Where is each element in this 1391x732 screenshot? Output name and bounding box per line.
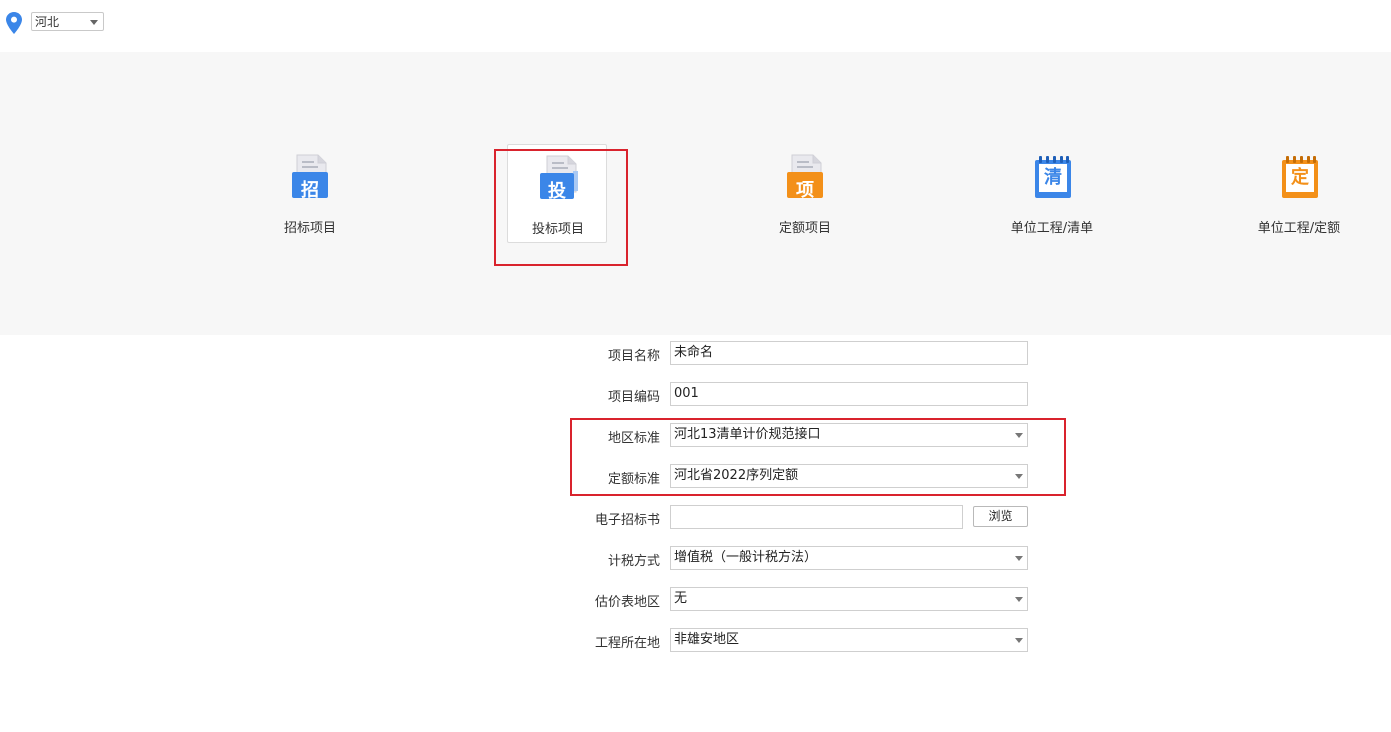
- project-type-panel: 招 招标项目 投 投标项目 项 定额项目 清 单位工程/清单 定 单位工程/定额: [0, 52, 1391, 335]
- form-row-quota-standard: 定额标准 河北省2022序列定额: [0, 464, 1391, 490]
- project-name-label: 项目名称: [607, 349, 660, 364]
- tax-method-select[interactable]: 增值税（一般计税方法）: [670, 546, 1028, 570]
- tax-method-value: 增值税（一般计税方法）: [674, 550, 818, 565]
- project-location-label: 工程所在地: [594, 636, 660, 651]
- top-bar: 河北: [0, 0, 1391, 52]
- tile-glyph: 定: [1291, 167, 1309, 188]
- project-location-value: 非雄安地区: [674, 632, 740, 647]
- project-type-tile-unit-bill[interactable]: 清 单位工程/清单: [1002, 144, 1102, 243]
- region-select[interactable]: 河北: [31, 12, 104, 31]
- region-standard-select[interactable]: 河北13清单计价规范接口: [670, 423, 1028, 447]
- location-pin-icon: [6, 12, 22, 34]
- project-name-input[interactable]: 未命名: [670, 341, 1028, 365]
- quota-standard-value: 河北省2022序列定额: [674, 468, 799, 483]
- form-row-project-name: 项目名称 未命名: [0, 341, 1391, 367]
- form-row-e-tender: 电子招标书 浏览: [0, 505, 1391, 531]
- chevron-down-icon: [1015, 433, 1023, 438]
- project-type-label: 招标项目: [283, 221, 336, 236]
- project-type-label: 单位工程/清单: [1010, 221, 1094, 236]
- estimate-region-select[interactable]: 无: [670, 587, 1028, 611]
- e-tender-input[interactable]: [670, 505, 963, 529]
- form-row-project-location: 工程所在地 非雄安地区: [0, 628, 1391, 654]
- chevron-down-icon: [1015, 556, 1023, 561]
- project-code-label: 项目编码: [607, 390, 660, 405]
- project-type-tile-unit-quota[interactable]: 定 单位工程/定额: [1249, 144, 1349, 243]
- project-type-label: 定额项目: [778, 221, 831, 236]
- tile-glyph: 项: [796, 180, 814, 201]
- project-type-tile-tender[interactable]: 招 招标项目: [260, 144, 360, 243]
- quota-standard-select[interactable]: 河北省2022序列定额: [670, 464, 1028, 488]
- project-name-value: 未命名: [674, 345, 714, 360]
- form-row-region-standard: 地区标准 河北13清单计价规范接口: [0, 423, 1391, 449]
- project-type-label: 投标项目: [531, 222, 584, 237]
- estimate-region-label: 估价表地区: [594, 595, 660, 610]
- estimate-region-value: 无: [674, 591, 688, 606]
- region-standard-label: 地区标准: [607, 431, 660, 446]
- chevron-down-icon: [90, 20, 98, 25]
- project-type-tile-bid[interactable]: 投 投标项目: [507, 144, 607, 243]
- tax-method-label: 计税方式: [607, 554, 660, 569]
- project-location-select[interactable]: 非雄安地区: [670, 628, 1028, 652]
- form-row-project-code: 项目编码 001: [0, 382, 1391, 408]
- form-row-tax-method: 计税方式 增值税（一般计税方法）: [0, 546, 1391, 572]
- e-tender-label: 电子招标书: [594, 513, 660, 528]
- quota-standard-label: 定额标准: [607, 472, 660, 487]
- tile-glyph: 清: [1044, 167, 1062, 188]
- form-row-estimate-region: 估价表地区 无: [0, 587, 1391, 613]
- chevron-down-icon: [1015, 474, 1023, 479]
- tile-glyph: 投: [548, 181, 566, 202]
- project-type-tile-quota[interactable]: 项 定额项目: [755, 144, 855, 243]
- chevron-down-icon: [1015, 638, 1023, 643]
- project-code-value: 001: [674, 386, 699, 401]
- project-code-input[interactable]: 001: [670, 382, 1028, 406]
- region-select-value: 河北: [35, 15, 60, 29]
- browse-button[interactable]: 浏览: [973, 506, 1028, 527]
- region-standard-value: 河北13清单计价规范接口: [674, 427, 821, 442]
- chevron-down-icon: [1015, 597, 1023, 602]
- project-type-label: 单位工程/定额: [1257, 221, 1341, 236]
- tile-glyph: 招: [301, 180, 319, 201]
